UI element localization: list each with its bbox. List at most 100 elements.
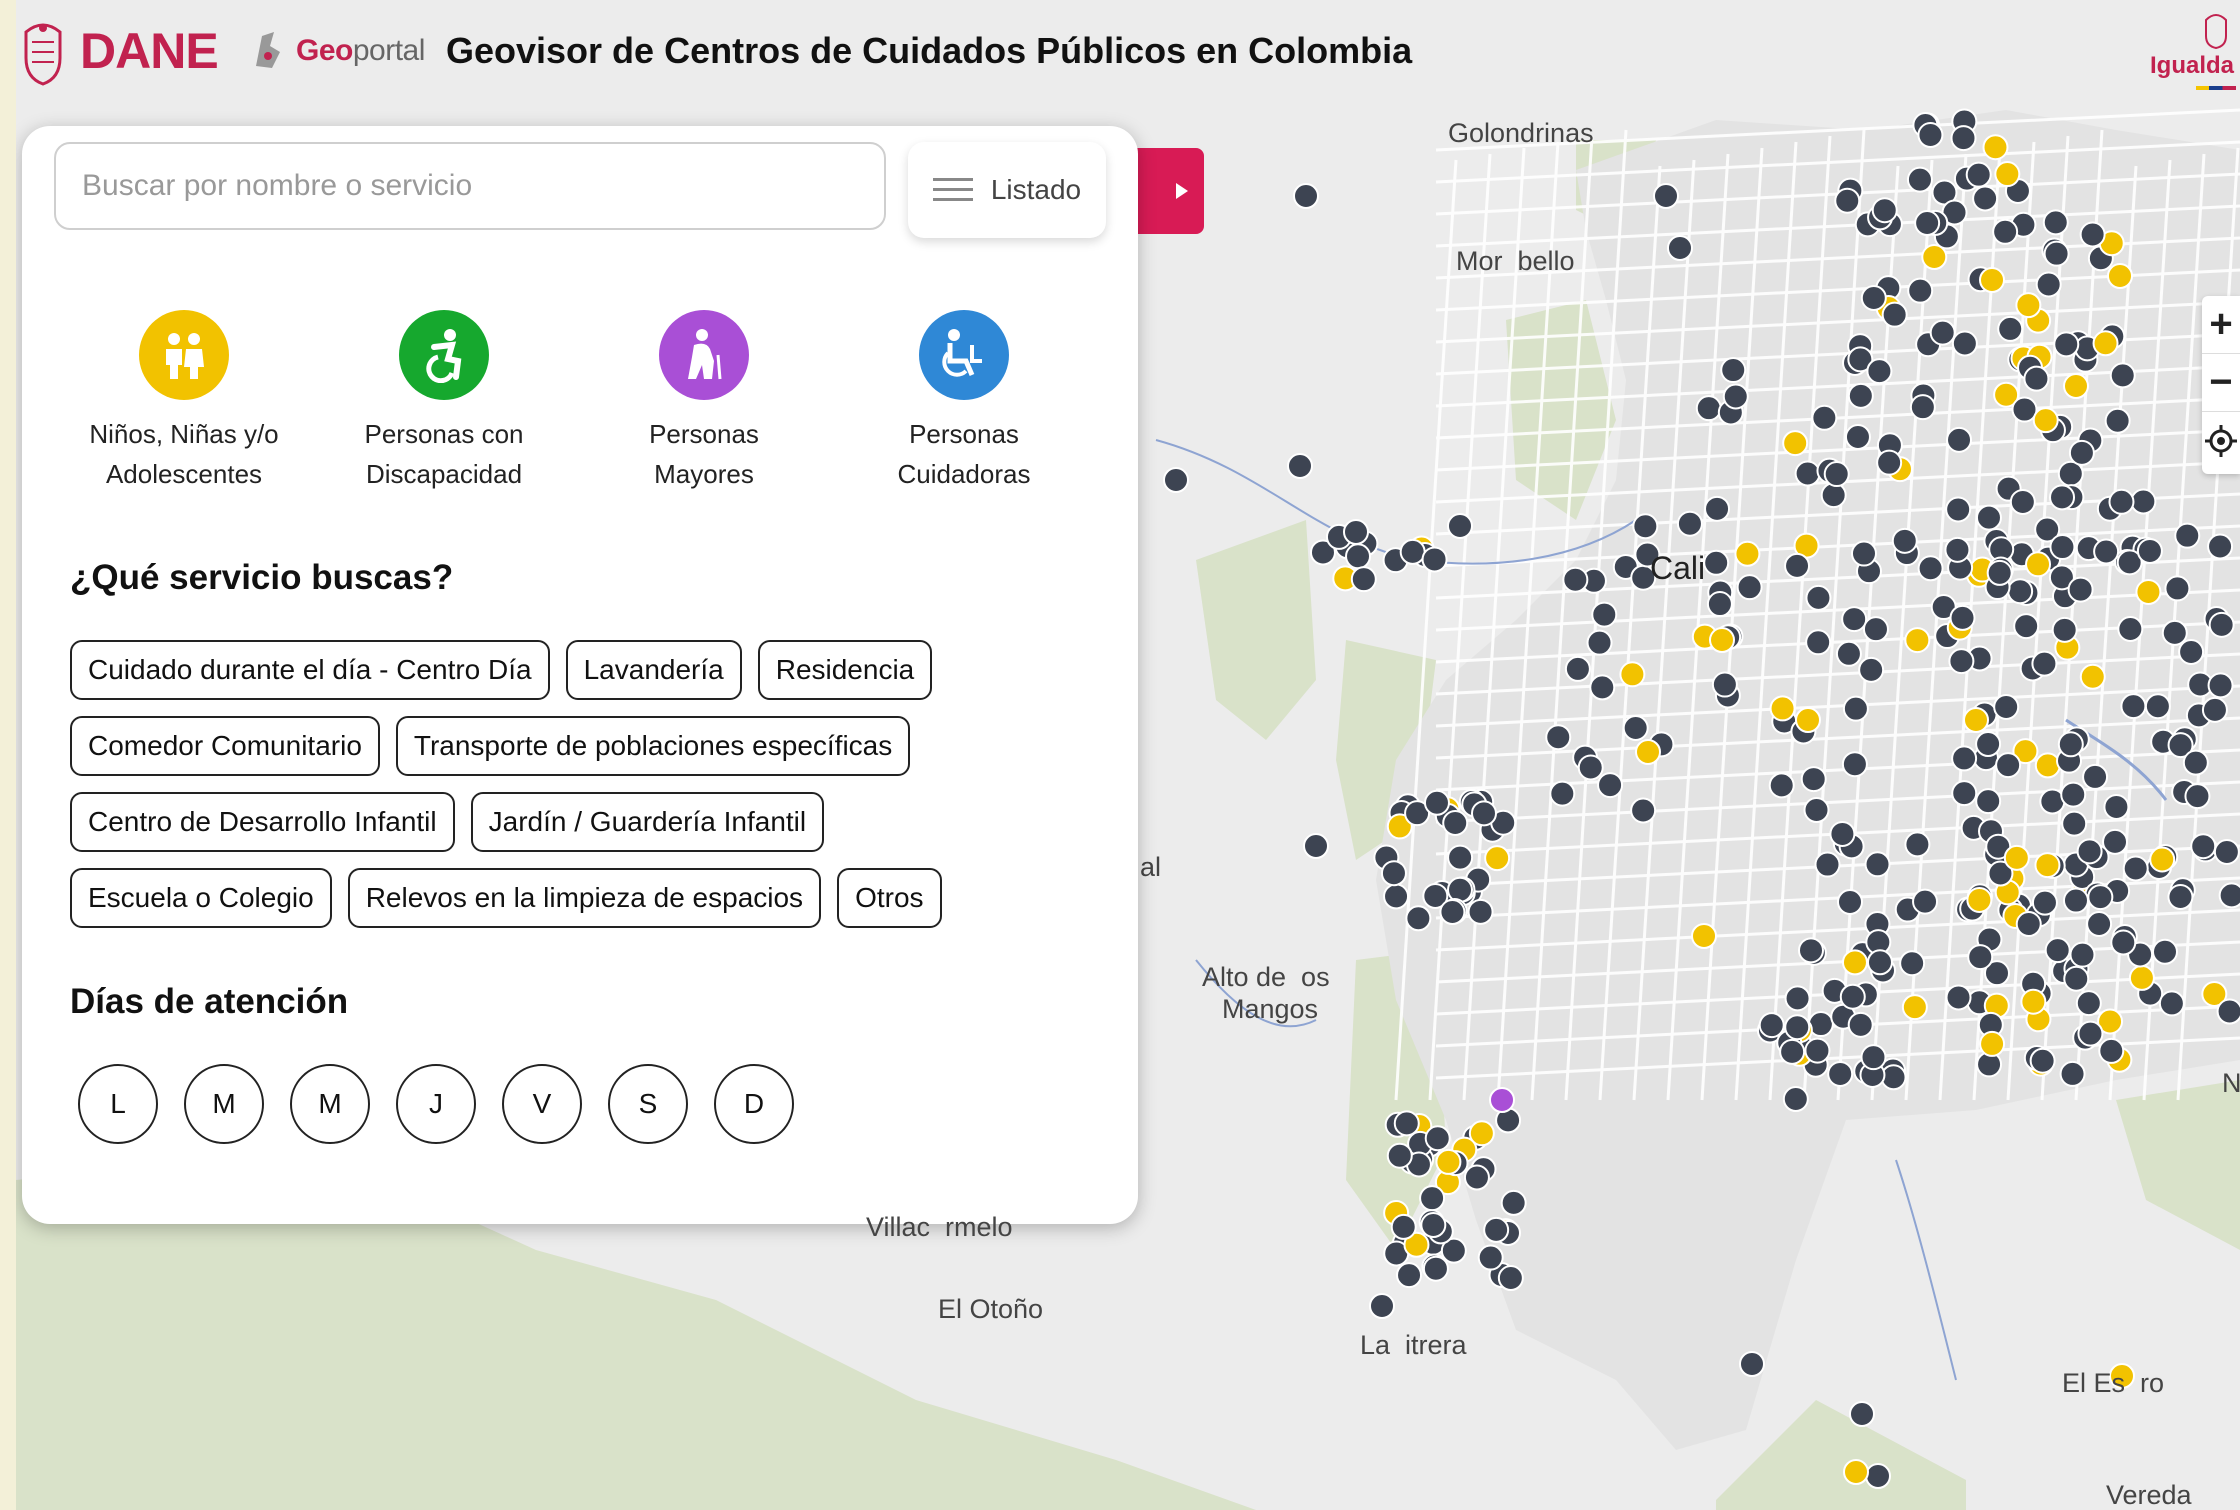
care-center-marker[interactable] [1784, 1014, 1811, 1041]
care-center-marker[interactable] [1635, 739, 1661, 765]
care-center-marker[interactable] [1439, 899, 1466, 926]
care-center-marker[interactable] [2043, 240, 2070, 267]
care-center-marker[interactable] [1419, 1185, 1446, 1212]
care-center-marker[interactable] [2108, 488, 2135, 515]
care-center-marker[interactable] [1901, 994, 1928, 1021]
care-center-marker[interactable] [1463, 1164, 1490, 1191]
care-center-marker[interactable] [1447, 844, 1474, 871]
care-center-marker[interactable] [2007, 578, 2034, 605]
care-center-marker[interactable] [1704, 495, 1731, 522]
care-center-marker[interactable] [1917, 122, 1944, 149]
care-center-marker[interactable] [2049, 484, 2076, 511]
care-center-marker[interactable] [2020, 988, 2047, 1015]
care-center-marker[interactable] [1736, 574, 1763, 601]
list-view-button[interactable]: Listado [908, 142, 1106, 238]
care-center-marker[interactable] [1979, 1030, 2006, 1057]
care-center-marker[interactable] [1965, 161, 1992, 188]
care-center-marker[interactable] [1827, 1060, 1854, 1087]
care-center-marker[interactable] [1734, 540, 1761, 567]
care-center-marker[interactable] [1858, 656, 1885, 683]
care-center-marker[interactable] [2120, 693, 2147, 720]
care-center-marker[interactable] [2059, 1060, 2086, 1087]
care-center-marker[interactable] [2023, 365, 2050, 392]
care-center-marker[interactable] [2075, 990, 2102, 1017]
care-center-marker[interactable] [1841, 751, 1868, 778]
care-center-marker[interactable] [1711, 671, 1738, 698]
care-center-marker[interactable] [1589, 674, 1616, 701]
care-center-marker[interactable] [2184, 783, 2211, 810]
care-center-marker[interactable] [2218, 882, 2240, 909]
care-center-marker[interactable] [2051, 616, 2078, 643]
care-center-marker[interactable] [1484, 845, 1511, 872]
service-chip[interactable]: Otros [837, 868, 942, 928]
care-center-marker[interactable] [1963, 707, 1989, 733]
care-center-marker[interactable] [1797, 937, 1824, 964]
care-center-marker[interactable] [1477, 1244, 1504, 1271]
care-center-marker[interactable] [1929, 319, 1956, 346]
care-center-marker[interactable] [2044, 937, 2071, 964]
care-center-marker[interactable] [1653, 183, 1679, 209]
care-center-marker[interactable] [1899, 950, 1926, 977]
care-center-marker[interactable] [1847, 1011, 1874, 1038]
day-button-thursday[interactable]: J [396, 1064, 476, 1144]
day-button-friday[interactable]: V [502, 1064, 582, 1144]
care-center-marker[interactable] [1343, 519, 1369, 545]
care-center-marker[interactable] [2122, 855, 2149, 882]
service-chip[interactable]: Residencia [757, 640, 933, 700]
care-center-marker[interactable] [2067, 576, 2094, 603]
care-center-marker[interactable] [1369, 1293, 1395, 1319]
care-center-marker[interactable] [1967, 944, 1994, 971]
care-center-marker[interactable] [1586, 629, 1613, 656]
care-center-marker[interactable] [2015, 911, 2042, 938]
care-center-marker[interactable] [1860, 284, 1887, 311]
care-center-marker[interactable] [2057, 731, 2084, 758]
service-chip[interactable]: Transporte de poblaciones específicas [395, 716, 911, 776]
care-center-marker[interactable] [1805, 629, 1832, 656]
care-center-marker[interactable] [1841, 949, 1868, 976]
care-center-marker[interactable] [1917, 555, 1944, 582]
care-center-marker[interactable] [1287, 453, 1313, 479]
care-center-marker[interactable] [1906, 166, 1933, 193]
care-center-marker[interactable] [1946, 426, 1973, 453]
care-center-marker[interactable] [1405, 905, 1432, 932]
care-center-marker[interactable] [2190, 833, 2217, 860]
care-center-marker[interactable] [1467, 898, 1494, 925]
care-center-marker[interactable] [1860, 1044, 1887, 1071]
care-center-marker[interactable] [1393, 1110, 1420, 1137]
service-chip[interactable]: Relevos en la limpieza de espacios [347, 868, 822, 928]
care-center-marker[interactable] [2104, 407, 2131, 434]
day-button-sunday[interactable]: D [714, 1064, 794, 1144]
care-center-marker[interactable] [2208, 611, 2235, 638]
care-center-marker[interactable] [2201, 696, 2228, 723]
care-center-marker[interactable] [1839, 983, 1866, 1010]
care-center-marker[interactable] [2003, 844, 2030, 871]
care-center-marker[interactable] [2063, 373, 2089, 399]
care-center-marker[interactable] [1447, 513, 1473, 539]
care-center-marker[interactable] [2182, 749, 2209, 776]
care-center-marker[interactable] [1421, 546, 1448, 573]
care-center-marker[interactable] [1782, 1086, 1809, 1113]
care-center-marker[interactable] [1997, 315, 2024, 342]
care-center-marker[interactable] [2079, 221, 2106, 248]
care-center-marker[interactable] [1709, 627, 1735, 653]
care-center-marker[interactable] [1904, 627, 1931, 654]
care-center-marker[interactable] [1842, 695, 1869, 722]
care-center-marker[interactable] [1945, 984, 1972, 1011]
care-center-marker[interactable] [2130, 488, 2157, 515]
care-center-marker[interactable] [1975, 788, 2002, 815]
care-center-marker[interactable] [1706, 591, 1733, 618]
care-center-marker[interactable] [1829, 820, 1856, 847]
care-center-marker[interactable] [1805, 584, 1832, 611]
care-center-marker[interactable] [1577, 754, 1604, 781]
care-center-marker[interactable] [1820, 482, 1847, 509]
care-center-marker[interactable] [2110, 929, 2137, 956]
care-center-marker[interactable] [1951, 330, 1978, 357]
care-center-marker[interactable] [1390, 1213, 1417, 1240]
care-center-marker[interactable] [1994, 161, 2021, 188]
care-center-marker[interactable] [2207, 533, 2234, 560]
day-button-wednesday[interactable]: M [290, 1064, 370, 1144]
care-center-marker[interactable] [2034, 752, 2061, 779]
care-center-marker[interactable] [1945, 496, 1972, 523]
service-chip[interactable]: Cuidado durante el día - Centro Día [70, 640, 550, 700]
care-center-marker[interactable] [2158, 990, 2185, 1017]
